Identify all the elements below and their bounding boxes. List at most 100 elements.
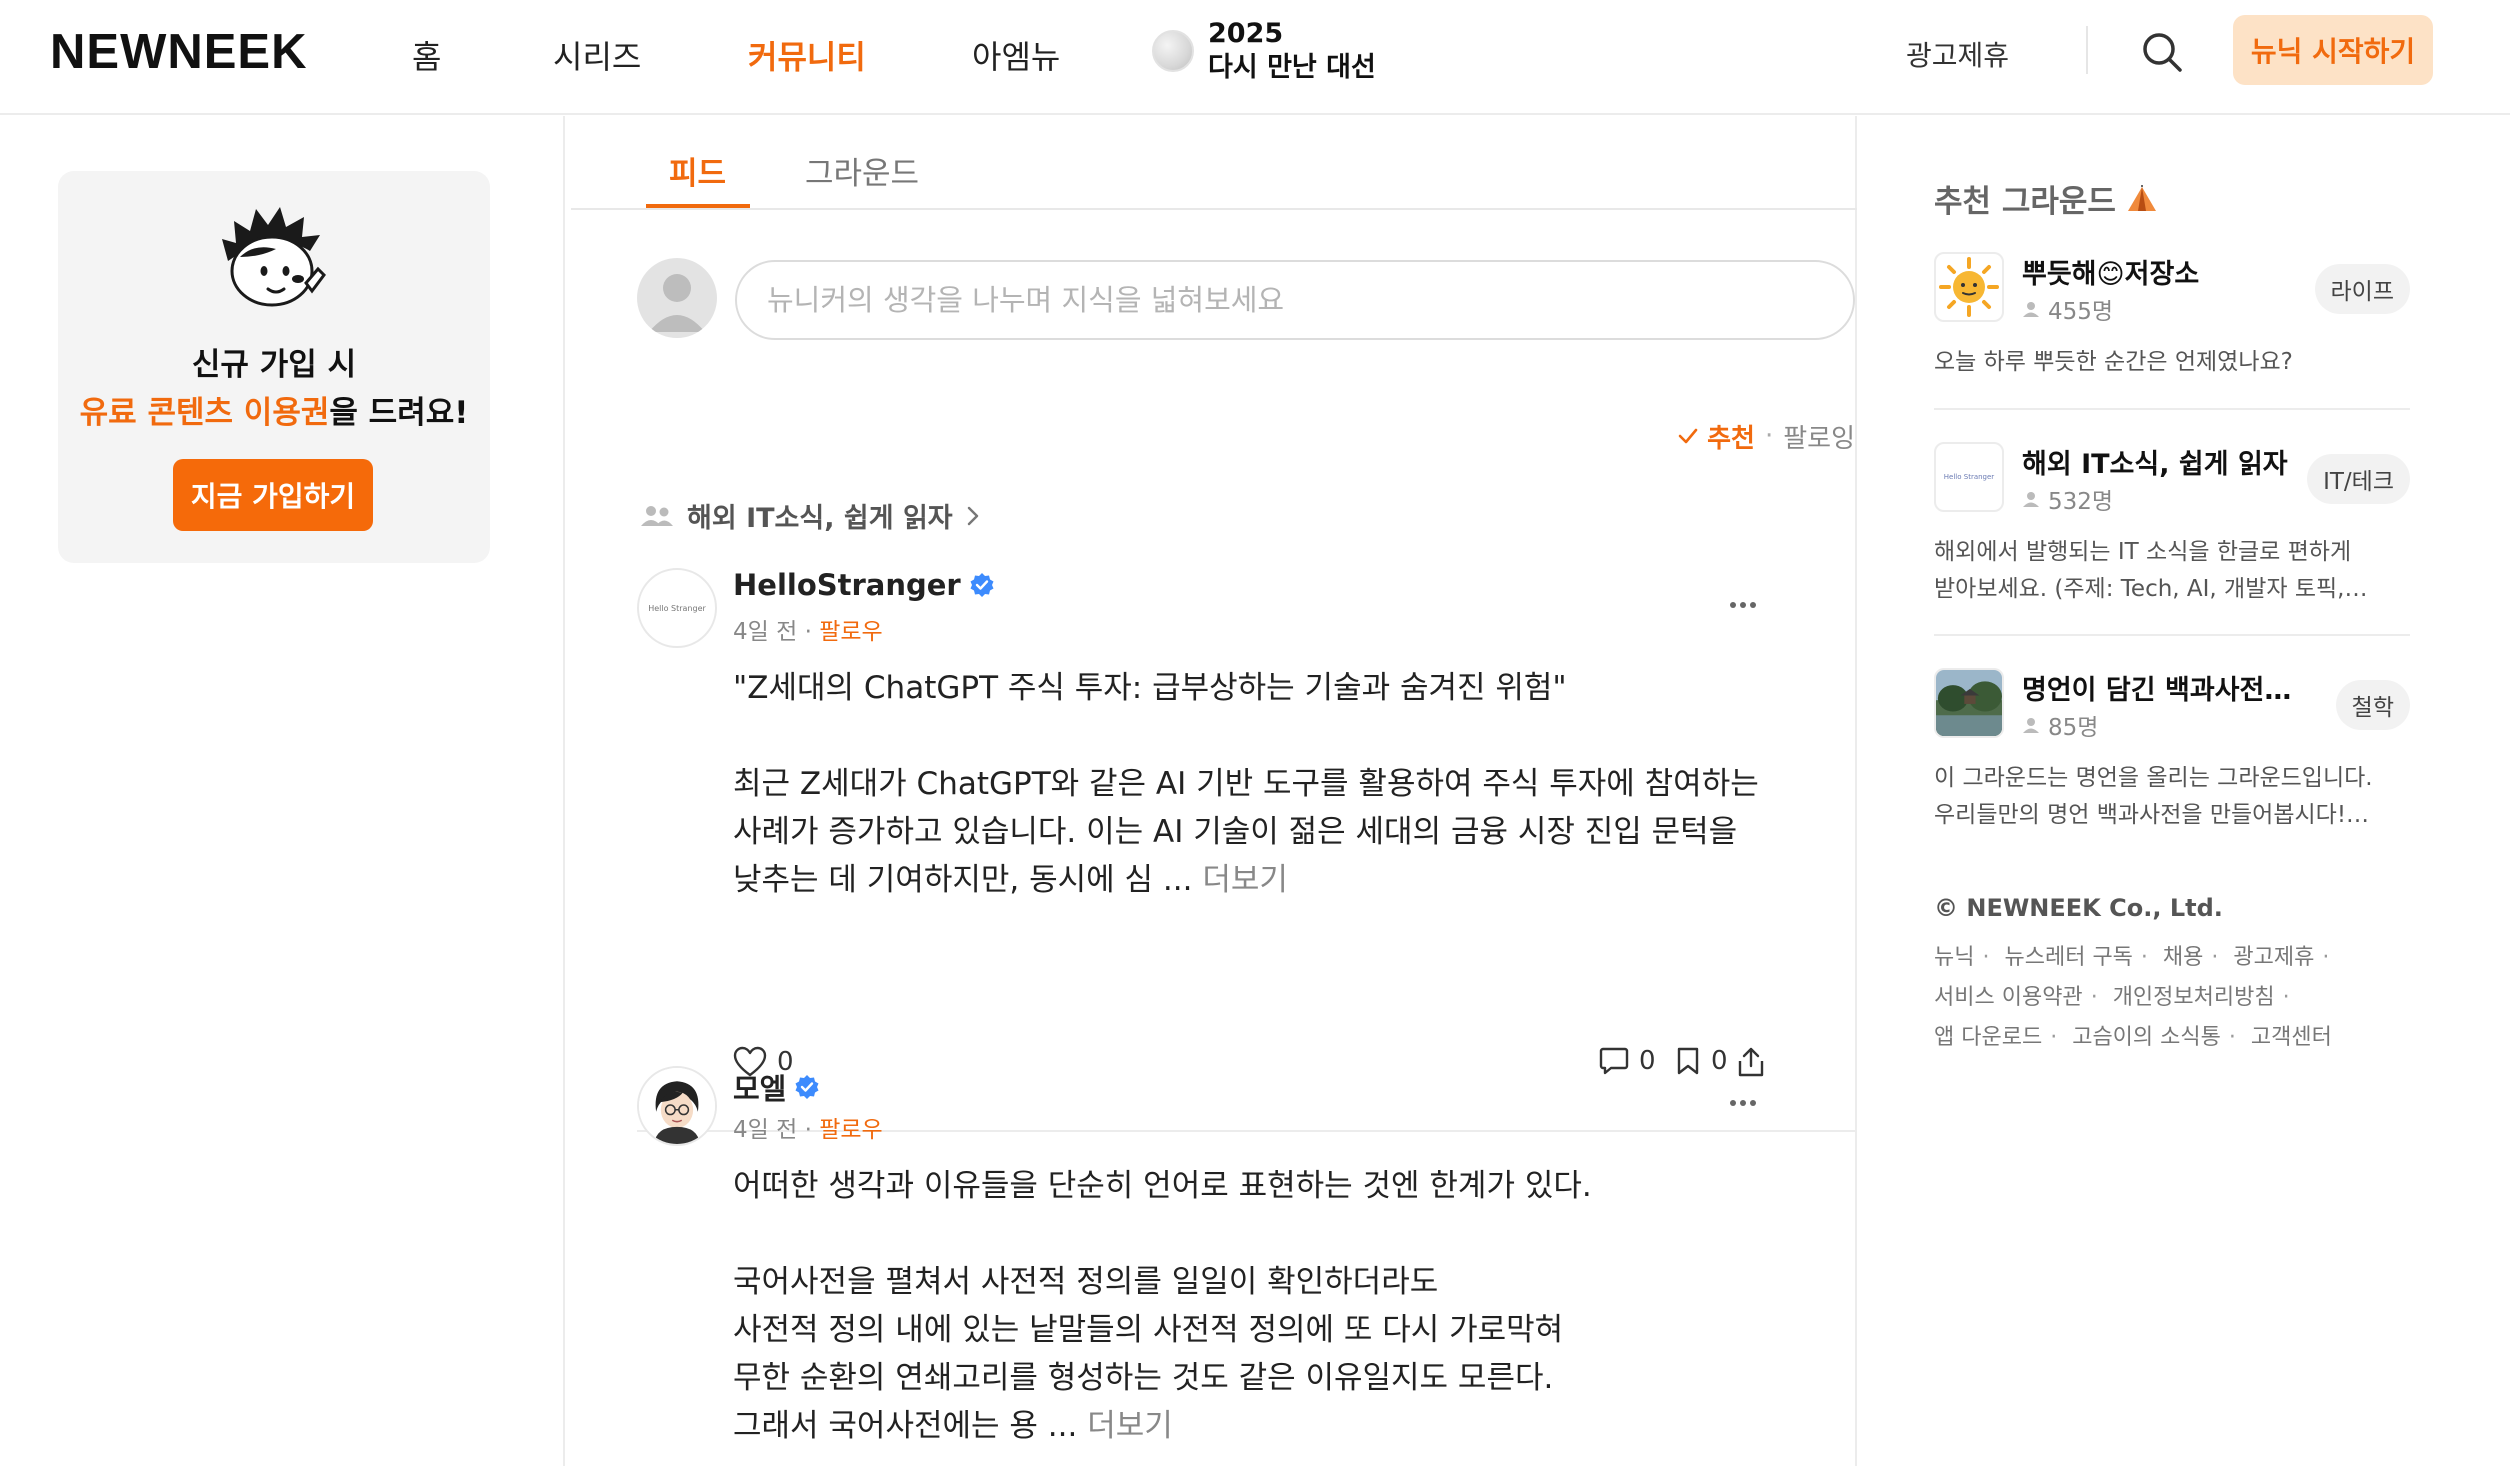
ad-partnership-link[interactable]: 광고제휴 (1906, 34, 2009, 74)
feed-sort: 추천 · 팔로잉 (1597, 416, 1855, 456)
tent-icon (2127, 184, 2156, 211)
post-meta: 4일 전 · 팔로우 (733, 619, 883, 645)
promo-title: 신규 가입 시 (191, 347, 357, 383)
ground-divider (1934, 408, 2410, 410)
promo-highlight: 유료 콘텐츠 이용권 (79, 395, 330, 431)
signup-now-button[interactable]: 지금 가입하기 (173, 459, 373, 531)
footer-link-ads[interactable]: 광고제휴 (2233, 945, 2314, 970)
ground-link[interactable]: 해외 IT소식, 쉽게 읽자 (639, 496, 981, 535)
right-sidebar: 추천 그라운드 뿌듯해😊저장소 455명 라이프 오늘 하루 뿌듯한 순간은 언… (1859, 116, 2510, 1466)
more-icon[interactable] (1723, 1088, 1763, 1118)
verified-icon (970, 573, 994, 597)
sort-recommended[interactable]: 추천 (1677, 418, 1755, 455)
footer-link-gosumi[interactable]: 고슴이의 소식통 (2072, 1025, 2221, 1050)
sort-separator: · (1764, 421, 1774, 451)
ground-description: 이 그라운드는 명언을 올리는 그라운드입니다. 우리들만의 명언 백과사전을 … (1934, 765, 2373, 828)
ground-name: 해외 IT소식, 쉽게 읽자 (2022, 449, 2288, 480)
footer-link-careers[interactable]: 채용 (2163, 945, 2203, 970)
landscape-thumbnail (1934, 668, 2004, 738)
post-body[interactable]: 어떠한 생각과 이유들을 단순히 언어로 표현하는 것엔 한계가 있다. 국어사… (733, 1162, 1763, 1450)
election-year: 2025 (1208, 18, 1284, 49)
verified-icon (795, 1075, 819, 1099)
footer-link-newneek[interactable]: 뉴닉 (1934, 945, 1974, 970)
ground-logo: Hello Stranger (1934, 442, 2004, 512)
read-more-link[interactable]: 더보기 (1202, 862, 1288, 898)
top-header: NEWNEEK 홈 시리즈 커뮤니티 아엠뉴 2025 다시 만난 대선 광고제… (0, 0, 2510, 115)
recommended-grounds-label: 추천 그라운드 (1934, 184, 2116, 220)
author-avatar[interactable] (637, 1066, 717, 1146)
feed-column: 피드 그라운드 추천 · 팔로잉 해외 IT소식, 쉽게 읽자 Hello St… (567, 116, 1857, 1466)
nav-election[interactable]: 2025 다시 만난 대선 (1152, 16, 1376, 86)
avatar-logo-text: Hello Stranger (648, 603, 706, 613)
ground-link-label: 해외 IT소식, 쉽게 읽자 (687, 503, 953, 534)
tab-ground[interactable]: 그라운드 (805, 148, 919, 193)
sort-following[interactable]: 팔로잉 (1783, 418, 1855, 455)
member-count-value: 455명 (2048, 299, 2114, 325)
more-icon[interactable] (1723, 590, 1763, 620)
ground-card[interactable]: 뿌듯해😊저장소 455명 라이프 오늘 하루 뿌듯한 순간은 언제였나요? (1934, 252, 2410, 402)
feed-post: 모엘 4일 전 · 팔로우 어떠한 생각과 이유들을 단순히 언어로 표현하는 … (637, 1066, 1857, 1466)
read-more-link[interactable]: 더보기 (1087, 1408, 1173, 1444)
ground-divider (1934, 634, 2410, 636)
signup-promo-card: 신규 가입 시 유료 콘텐츠 이용권을 드려요! 지금 가입하기 (58, 171, 490, 563)
ground-member-count: 85명 (2022, 708, 2098, 742)
people-icon (641, 505, 673, 526)
footer-link-support[interactable]: 고객센터 (2251, 1025, 2332, 1050)
follow-button[interactable]: 팔로우 (819, 619, 882, 645)
ground-card[interactable]: 명언이 담긴 백과사전… 85명 철학 이 그라운드는 명언을 올리는 그라운드… (1934, 668, 2410, 848)
ground-name: 뿌듯해😊저장소 (2022, 259, 2200, 290)
recommended-grounds-title: 추천 그라운드 (1934, 176, 2158, 221)
post-composer-input[interactable] (735, 260, 1855, 340)
election-badge-icon (1152, 30, 1194, 72)
footer-link-app[interactable]: 앱 다운로드 (1934, 1025, 2042, 1050)
gosumi-mascot-icon (214, 199, 330, 315)
footer-copyright: © NEWNEEK Co., Ltd. (1934, 894, 2223, 922)
search-icon[interactable] (2140, 30, 2184, 74)
election-title: 다시 만난 대선 (1208, 52, 1376, 83)
author-name: HelloStranger (733, 568, 961, 602)
post-time: 4일 전 (733, 619, 798, 645)
member-count-value: 85명 (2048, 715, 2099, 741)
chevron-right-icon (967, 506, 978, 525)
ground-description: 해외에서 발행되는 IT 소식을 한글로 편하게 받아보세요. (주제: Tec… (1934, 539, 2373, 602)
ground-category-tag[interactable]: 철학 (2335, 680, 2410, 730)
nav-community[interactable]: 커뮤니티 (748, 32, 866, 78)
header-divider (2086, 26, 2088, 74)
author-avatar[interactable]: Hello Stranger (637, 568, 717, 648)
nav-series[interactable]: 시리즈 (553, 32, 641, 78)
person-icon (2023, 492, 2039, 507)
post-author[interactable]: 모엘 (733, 1066, 820, 1108)
ground-name: 명언이 담긴 백과사전… (2022, 675, 2292, 706)
election-label: 2025 다시 만난 대선 (1208, 17, 1376, 85)
footer-link-newsletter[interactable]: 뉴스레터 구독 (2004, 945, 2132, 970)
post-text: 어떠한 생각과 이유들을 단순히 언어로 표현하는 것엔 한계가 있다. 국어사… (733, 1168, 1592, 1444)
person-icon (2023, 718, 2039, 733)
promo-suffix: 을 드려요! (329, 395, 469, 431)
tab-feed[interactable]: 피드 (669, 148, 726, 193)
follow-button[interactable]: 팔로우 (819, 1117, 882, 1143)
post-author[interactable]: HelloStranger (733, 568, 995, 602)
sun-icon (1934, 252, 2004, 322)
post-time: 4일 전 (733, 1117, 798, 1143)
feed-tabs: 피드 그라운드 (571, 116, 1857, 210)
newneek-logo[interactable]: NEWNEEK (50, 24, 307, 80)
user-avatar (637, 258, 717, 338)
ground-member-count: 455명 (2022, 292, 2113, 326)
check-icon (1678, 428, 1698, 444)
footer-links: 뉴닉 · 뉴스레터 구독 · 채용 · 광고제휴 · 서비스 이용약관 · 개인정보처리방… (1934, 945, 2332, 1050)
ground-category-tag[interactable]: IT/테크 (2307, 454, 2410, 504)
post-body[interactable]: "Z세대의 ChatGPT 주식 투자: 급부상하는 기술과 숨겨진 위험" 최… (733, 664, 1763, 904)
ground-description: 오늘 하루 뿌듯한 순간은 언제였나요? (1934, 349, 2293, 375)
active-tab-indicator (646, 204, 750, 208)
footer-link-terms[interactable]: 서비스 이용약관 (1934, 985, 2083, 1010)
nav-iamnew[interactable]: 아엠뉴 (972, 32, 1060, 78)
left-sidebar: 신규 가입 시 유료 콘텐츠 이용권을 드려요! 지금 가입하기 (0, 116, 565, 1466)
author-name: 모엘 (733, 1072, 787, 1106)
ground-category-tag[interactable]: 라이프 (2314, 264, 2410, 314)
sort-recommended-label: 추천 (1707, 423, 1755, 454)
footer-link-privacy[interactable]: 개인정보처리방침 (2113, 985, 2275, 1010)
ground-card[interactable]: Hello Stranger 해외 IT소식, 쉽게 읽자 532명 IT/테크… (1934, 442, 2410, 622)
start-newneek-button[interactable]: 뉴닉 시작하기 (2233, 15, 2433, 85)
nav-home[interactable]: 홈 (412, 32, 441, 78)
ground-member-count: 532명 (2022, 482, 2113, 516)
